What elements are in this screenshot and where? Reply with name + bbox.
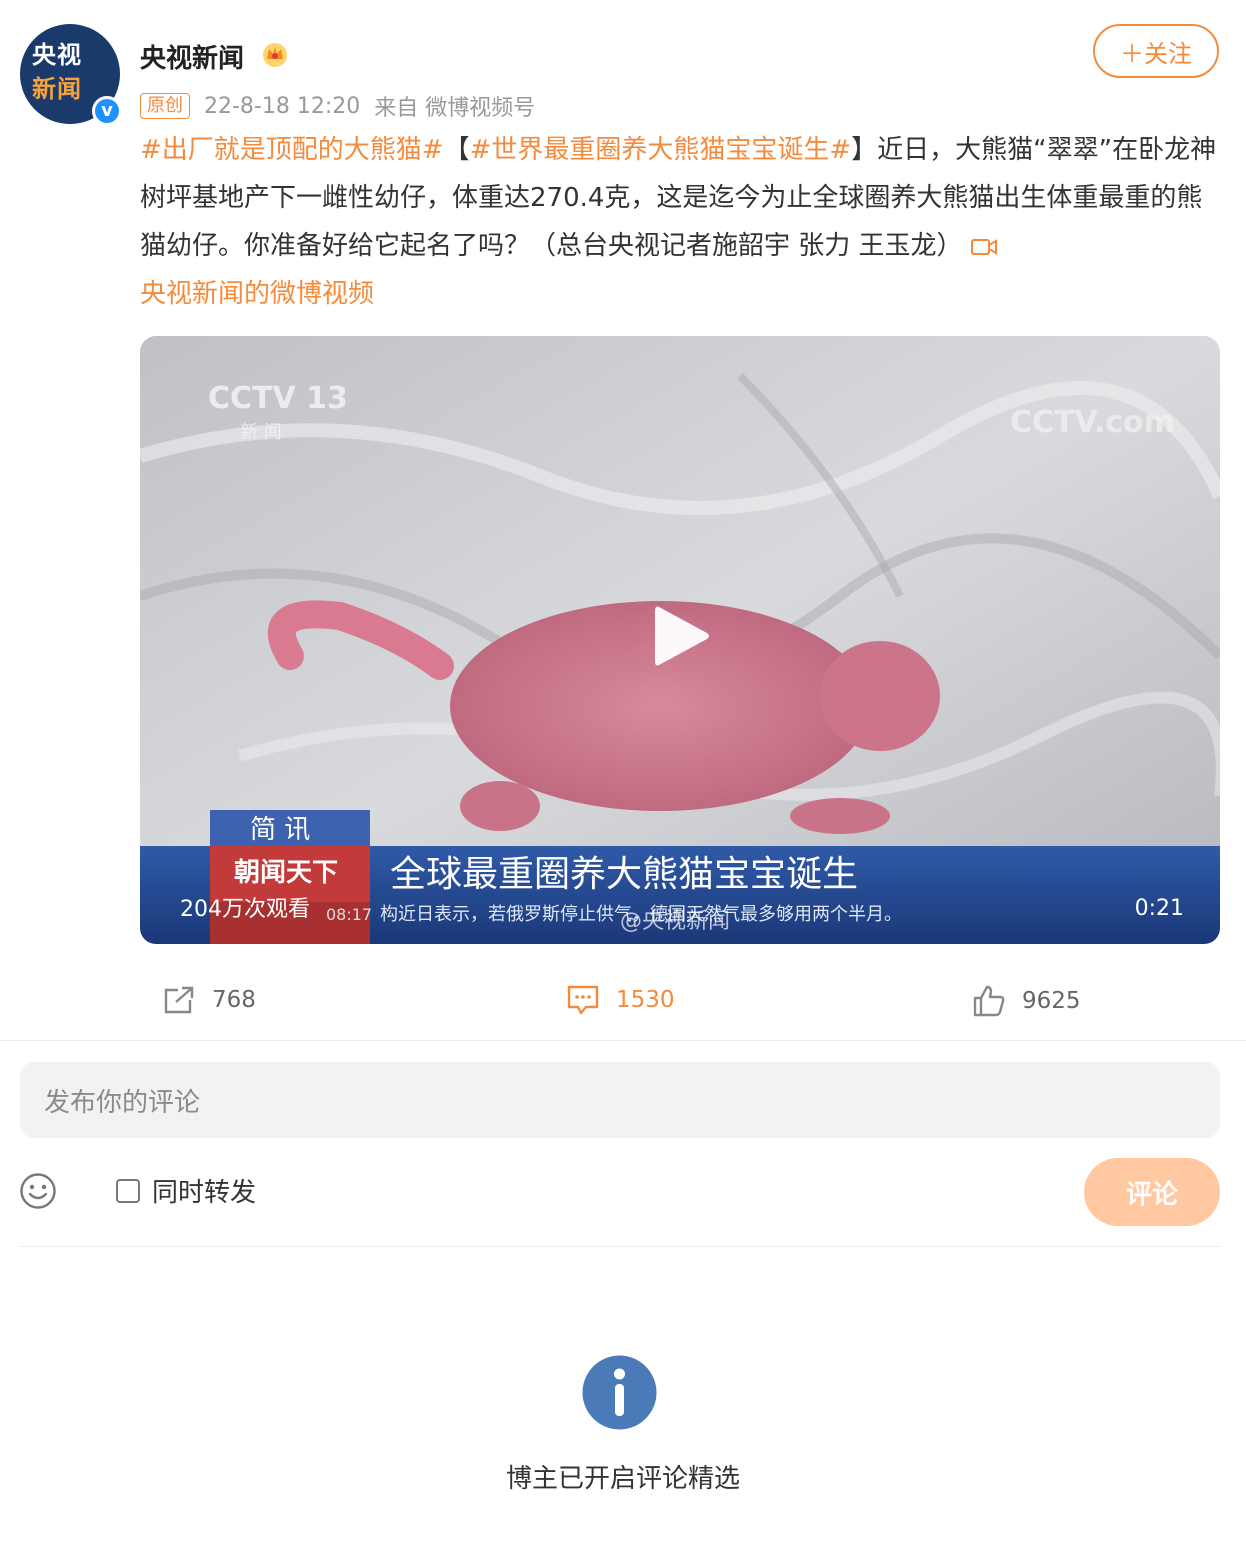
- like-count: 9625: [1022, 988, 1081, 1014]
- info-icon: [582, 1355, 657, 1430]
- comment-count: 1530: [616, 987, 675, 1013]
- cctv-watermark: CCTV.com: [1010, 405, 1175, 440]
- program-tag: 简 讯: [250, 815, 310, 845]
- video-player[interactable]: CCTV 13 新 闻 CCTV.com 简 讯 朝闻天下 全球最重圈养大熊猫宝…: [140, 336, 1220, 944]
- program-name: 朝闻天下: [234, 857, 338, 888]
- repost-icon: [164, 986, 194, 1014]
- program-clock: 08:17: [326, 905, 372, 924]
- post-meta: 原创 22-8-18 12:20 来自 微博视频号: [140, 90, 535, 122]
- action-bar: 768 1530 9625: [0, 970, 1246, 1036]
- topic-link[interactable]: #出厂就是顶配的大熊猫#: [140, 135, 444, 165]
- comment-icon: [567, 985, 599, 1015]
- channel-logo: CCTV 13: [208, 381, 348, 416]
- verified-icon: v: [92, 96, 122, 126]
- submit-comment-button[interactable]: 评论: [1084, 1158, 1220, 1226]
- play-icon[interactable]: [645, 601, 715, 671]
- video-duration: 0:21: [1134, 896, 1184, 921]
- post-content: #出厂就是顶配的大熊猫#【#世界最重圈养大熊猫宝宝诞生#】近日，大熊猫“翠翠”在…: [140, 126, 1220, 318]
- comment-button[interactable]: 1530: [566, 984, 675, 1016]
- divider: [20, 1246, 1220, 1247]
- view-count: 204万次观看: [180, 897, 310, 922]
- topic-link-2[interactable]: #世界最重圈养大熊猫宝宝诞生#: [470, 135, 852, 165]
- follow-button[interactable]: ＋关注: [1093, 24, 1219, 78]
- repost-option[interactable]: 同时转发: [116, 1172, 256, 1209]
- post-header: 央视 新闻 v 央视新闻 原创 22-8-18 12:20 来自 微博视频号 ＋…: [20, 22, 1226, 132]
- repost-button[interactable]: 768: [162, 984, 256, 1016]
- avatar[interactable]: 央视 新闻 v: [20, 24, 122, 126]
- video-link[interactable]: 央视新闻的微博视频: [140, 279, 374, 309]
- emoji-icon[interactable]: [19, 1172, 57, 1210]
- original-badge: 原创: [140, 93, 190, 119]
- repost-option-label: 同时转发: [152, 1178, 257, 1208]
- video-headline: 全球最重圈养大熊猫宝宝诞生: [390, 854, 858, 895]
- post-source: 来自 微博视频号: [374, 96, 536, 121]
- thumbs-up-icon: [973, 985, 1005, 1017]
- crown-icon: [263, 43, 287, 67]
- repost-count: 768: [212, 987, 256, 1013]
- weibo-watermark: @央视新闻: [620, 909, 730, 934]
- channel-sub: 新 闻: [240, 422, 282, 443]
- video-camera-icon: [970, 238, 997, 255]
- author-name[interactable]: 央视新闻: [140, 38, 244, 75]
- comment-input[interactable]: 发布你的评论: [20, 1062, 1220, 1138]
- post-time[interactable]: 22-8-18 12:20: [204, 94, 360, 119]
- comment-selection-notice: 博主已开启评论精选: [505, 1464, 740, 1494]
- like-button[interactable]: 9625: [972, 984, 1081, 1018]
- avatar-text-top: 央视: [32, 41, 82, 69]
- divider: [0, 1040, 1246, 1041]
- repost-checkbox[interactable]: [116, 1178, 140, 1203]
- bracket-open: 【: [443, 135, 470, 165]
